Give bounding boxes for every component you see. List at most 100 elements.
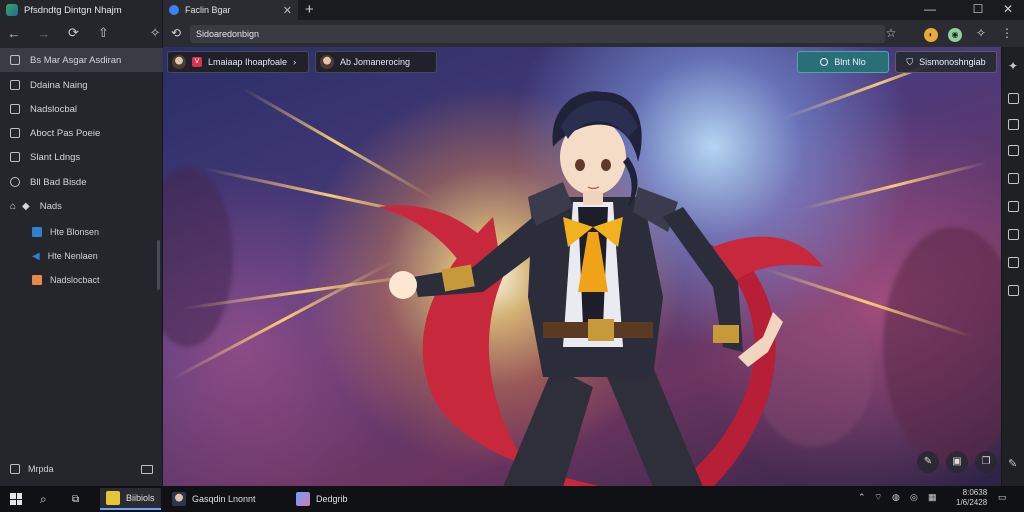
back-icon[interactable]: ← bbox=[6, 26, 22, 41]
url-input[interactable]: Sidoaredonbign bbox=[190, 25, 885, 43]
minimize-icon[interactable]: — bbox=[915, 2, 945, 16]
flag-icon bbox=[10, 152, 20, 162]
button-label: Sismonoshngiab bbox=[919, 57, 986, 67]
app-thumbnail-icon bbox=[172, 492, 186, 506]
tag-icon: ◆ bbox=[22, 200, 30, 212]
bookmark-star-icon[interactable]: ✧ bbox=[973, 25, 989, 41]
image-icon bbox=[296, 492, 310, 506]
new-tab-icon[interactable]: + bbox=[305, 1, 314, 18]
address-bar: ⟲ Sidoaredonbign ☆ ◐ ◉ ✧ ⋮ bbox=[163, 20, 1024, 47]
close-window-icon[interactable]: ✕ bbox=[993, 2, 1023, 16]
page-icon[interactable] bbox=[1008, 93, 1019, 104]
copy-icon[interactable]: ❐ bbox=[975, 451, 997, 473]
sidebar-item-3[interactable]: Nadslocbal bbox=[0, 97, 163, 121]
back-nav-icon[interactable]: ⟲ bbox=[168, 25, 184, 41]
document-icon[interactable] bbox=[1008, 257, 1019, 268]
sidebar-item-2[interactable]: Ddaina Naing bbox=[0, 73, 163, 97]
profile-chip-2[interactable]: Ab Jomanerocing bbox=[315, 51, 437, 73]
smoke-cloud bbox=[163, 167, 233, 347]
smoke-cloud bbox=[883, 227, 1001, 467]
extension-orange-icon[interactable]: ◐ bbox=[923, 25, 939, 42]
sidebar-subitem-label: Nadslocbact bbox=[50, 275, 100, 285]
sidebar-subitem-1[interactable]: Hte Blonsen bbox=[0, 220, 163, 244]
maximize-icon[interactable]: ☐ bbox=[963, 2, 993, 16]
sidebar-scrollbar[interactable] bbox=[157, 240, 160, 290]
sidebar-subitem-label: Hte Nenlaen bbox=[47, 251, 98, 261]
close-tab-icon[interactable]: ✕ bbox=[283, 4, 292, 17]
folder-orange-icon bbox=[32, 275, 42, 285]
apps-icon[interactable] bbox=[1008, 229, 1019, 240]
sidebar-item-label: Ddaina Naing bbox=[30, 79, 88, 91]
avatar bbox=[320, 55, 334, 69]
language-icon[interactable]: ▦ bbox=[928, 492, 937, 503]
sidebar-item-1[interactable]: Bs Mar Asgar Asdiran bbox=[0, 48, 163, 72]
folder-icon bbox=[106, 491, 120, 505]
app-header: Pfsdndtg Dintgn Nhajm bbox=[0, 0, 163, 20]
taskbar-app-3[interactable]: Dedgrib bbox=[290, 488, 354, 510]
taskbar-app-2[interactable]: Gasqdin Lnonnt bbox=[166, 488, 262, 510]
menu-icon[interactable]: ⋮ bbox=[999, 25, 1015, 41]
clock-time: 8:0638 bbox=[962, 488, 988, 497]
tab-active[interactable]: Faclin Bgar ✕ bbox=[163, 0, 298, 20]
windows-start-icon[interactable] bbox=[10, 491, 22, 507]
folder-icon bbox=[10, 104, 20, 114]
clock-icon bbox=[10, 177, 20, 187]
sidebar-item-label: Bll Bad Bisde bbox=[30, 176, 87, 188]
chevron-right-icon: › bbox=[293, 57, 297, 67]
battery-icon[interactable]: ◎ bbox=[910, 492, 918, 503]
search-icon[interactable]: ⌕ bbox=[40, 491, 47, 507]
sidebar-subitem-2[interactable]: ◀ Hte Nenlaen bbox=[0, 244, 163, 268]
folder-icon[interactable] bbox=[1008, 145, 1019, 156]
volume-icon[interactable]: ◍ bbox=[892, 492, 900, 503]
sidebar-subitem-3[interactable]: Nadslocbact bbox=[0, 268, 163, 292]
feather-icon[interactable]: ✦ bbox=[1008, 60, 1019, 72]
taskbar-app-label: Dedgrib bbox=[316, 494, 348, 504]
notifications-icon[interactable]: ▭ bbox=[998, 492, 1007, 503]
panel-toggle-icon[interactable] bbox=[141, 464, 153, 474]
notes-icon[interactable] bbox=[1008, 201, 1019, 212]
primary-action-button[interactable]: Blnt Nlo bbox=[797, 51, 889, 73]
sidebar-item-7[interactable]: ⌂ ◆ Nads bbox=[0, 194, 163, 218]
sidebar-item-label: Slant Ldngs bbox=[30, 151, 81, 163]
home-icon: ⌂ bbox=[10, 200, 17, 212]
sidebar-item-label: Nadslocbal bbox=[30, 103, 77, 115]
sidebar-item-6[interactable]: Bll Bad Bisde bbox=[0, 170, 163, 194]
extension-green-icon[interactable]: ◉ bbox=[947, 25, 963, 42]
clock-date: 1/6/2428 bbox=[956, 498, 988, 507]
chip-label: Lmaiaap Ihoapfoale bbox=[208, 57, 288, 67]
sidebar-item-label: Bs Mar Asgar Asdiran bbox=[30, 54, 122, 66]
anime-character-illustration bbox=[378, 91, 823, 486]
app-title: Pfsdndtg Dintgn Nhajm bbox=[24, 4, 122, 16]
upload-icon[interactable]: ⇧ bbox=[95, 25, 111, 41]
calendar-icon[interactable] bbox=[1008, 173, 1019, 184]
sidebar-item-5[interactable]: Slant Ldngs bbox=[0, 145, 163, 169]
refresh-icon[interactable]: ⟳ bbox=[66, 25, 82, 41]
forward-icon[interactable]: → bbox=[36, 26, 52, 41]
chevron-up-icon[interactable]: ⌃ bbox=[858, 492, 866, 503]
tab-icon[interactable] bbox=[1008, 119, 1019, 130]
settings-icon[interactable] bbox=[10, 464, 20, 474]
avatar bbox=[172, 55, 186, 69]
profile-chip-1[interactable]: V Lmaiaap Ihoapfoale › bbox=[167, 51, 309, 73]
triangle-icon: ◀ bbox=[32, 250, 40, 262]
clock[interactable]: 8:0638 1/6/2428 bbox=[956, 488, 987, 508]
tasks-icon[interactable] bbox=[1008, 285, 1019, 296]
task-view-icon[interactable]: ⧉ bbox=[72, 491, 79, 507]
bookmark-icon bbox=[10, 128, 20, 138]
taskbar-app-1[interactable]: Biibiols bbox=[100, 488, 161, 510]
star-icon[interactable]: ☆ bbox=[883, 25, 899, 41]
sidebar-footer: Mrpda bbox=[0, 458, 163, 480]
network-icon[interactable]: ⌔ bbox=[874, 492, 882, 503]
nav-controls: ← → ⟳ ⇧ ✧ bbox=[0, 22, 163, 44]
sidebar-item-4[interactable]: Aboct Pas Poeie bbox=[0, 121, 163, 145]
pin-icon[interactable]: ✧ bbox=[147, 25, 163, 41]
feedback-icon[interactable]: ✎ bbox=[1008, 459, 1019, 470]
secondary-action-button[interactable]: ⛉ Sismonoshngiab bbox=[895, 51, 997, 73]
chip-label: Ab Jomanerocing bbox=[340, 57, 411, 67]
taskbar-app-label: Gasqdin Lnonnt bbox=[192, 494, 256, 504]
taskbar-app-label: Biibiols bbox=[126, 493, 155, 503]
sidebar-subitem-label: Hte Blonsen bbox=[50, 227, 100, 237]
chat-icon[interactable]: ▣ bbox=[946, 451, 968, 473]
share-icon[interactable]: ✎ bbox=[917, 451, 939, 473]
page-icon bbox=[10, 80, 20, 90]
